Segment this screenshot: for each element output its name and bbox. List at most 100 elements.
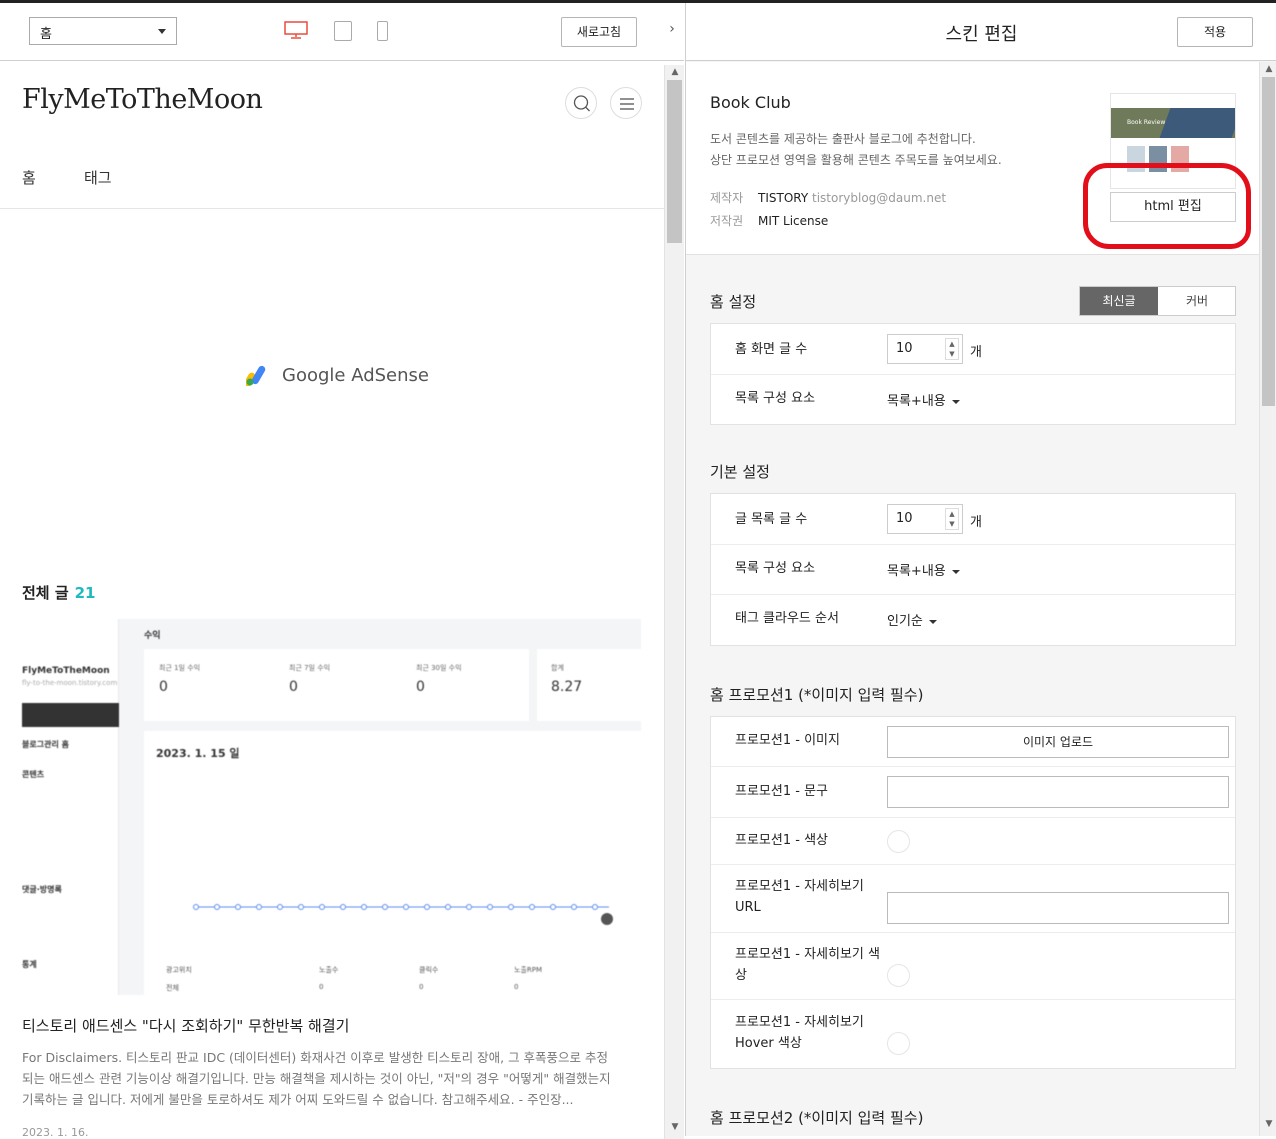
scroll-up-icon[interactable]: ▲ — [1263, 64, 1275, 74]
post-title[interactable]: 티스토리 애드센스 "다시 조회하기" 무한반복 해결기 — [22, 1015, 349, 1036]
all-posts-heading: 전체 글 21 — [22, 582, 96, 603]
license-value: MIT License — [758, 214, 829, 228]
stepper-icon[interactable]: ▲ ▼ — [945, 508, 959, 530]
promo1-hover-color-label-line-2: Hover 색상 — [735, 1036, 802, 1051]
post-date: 2023. 1. 16. — [22, 1126, 89, 1136]
caret-down-icon — [928, 619, 937, 624]
collapse-panel-icon[interactable]: › — [662, 21, 682, 41]
nav-tag[interactable]: 태그 — [84, 167, 112, 188]
apply-button[interactable]: 적용 — [1177, 17, 1253, 47]
basic-settings-card: 글 목록 글 수 10 ▲ ▼ 개 목록 구성 요소 목록+내용 태그 클라우드 … — [710, 493, 1236, 646]
thumb-stat-label-1: 최근 7일 수익 — [289, 664, 331, 672]
preview-pane: 홈 새로고침 › FlyMeToTheMoon 홈 태그 Google AdSe… — [0, 3, 684, 1139]
basic-list-elements-select[interactable]: 목록+내용 — [887, 560, 960, 579]
adsense-label: Google AdSense — [282, 364, 429, 386]
promo1-text-input[interactable] — [887, 776, 1229, 808]
scroll-down-icon[interactable]: ▼ — [1263, 1119, 1275, 1129]
scroll-up-icon[interactable]: ▲ — [669, 67, 681, 77]
home-mode-toggle[interactable]: 최신글 커버 — [1079, 286, 1236, 316]
skin-editor-pane: 스킨 편집 적용 Book Club 도서 콘텐츠를 제공하는 출판사 블로그에… — [685, 3, 1276, 1136]
preview-scroll-thumb[interactable] — [667, 80, 682, 243]
stepper-icon[interactable]: ▲ ▼ — [945, 338, 959, 360]
promo1-hover-color-row: 프로모션1 - 자세히보기 Hover 색상 — [711, 1000, 1235, 1068]
home-post-count-label: 홈 화면 글 수 — [735, 342, 808, 357]
promo1-more-color-row: 프로모션1 - 자세히보기 색 상 — [711, 933, 1235, 1000]
skin-description: 도서 콘텐츠를 제공하는 출판사 블로그에 추천합니다. 상단 프로모션 영역을… — [710, 129, 1002, 171]
tag-cloud-order-select[interactable]: 인기순 — [887, 610, 937, 629]
promo1-image-row: 프로모션1 - 이미지 이미지 업로드 — [711, 717, 1235, 767]
tablet-view-icon[interactable] — [334, 21, 352, 41]
list-post-count-row: 글 목록 글 수 10 ▲ ▼ 개 — [711, 494, 1235, 545]
nav-home[interactable]: 홈 — [22, 167, 36, 188]
thumb-stat-value-2: 0 — [416, 679, 425, 695]
skin-desc-line-1: 도서 콘텐츠를 제공하는 출판사 블로그에 추천합니다. — [710, 132, 976, 146]
list-post-count-unit: 개 — [970, 515, 982, 530]
hamburger-menu-icon — [620, 98, 634, 110]
promo1-image-label: 프로모션1 - 이미지 — [735, 733, 840, 748]
promo1-more-color-picker[interactable] — [887, 964, 910, 987]
nav-divider — [0, 208, 664, 209]
thumb-table-c1: 0 — [319, 983, 324, 991]
editor-scrollbar[interactable]: ▲ ▼ — [1259, 62, 1276, 1136]
thumb-table-h0: 광고위치 — [166, 966, 192, 974]
post-thumbnail[interactable]: FlyMeToTheMoon fly-to-the-moon.tistory.c… — [22, 619, 641, 995]
list-post-count-input[interactable]: 10 ▲ ▼ — [887, 504, 963, 534]
thumb-sidebar: FlyMeToTheMoon fly-to-the-moon.tistory.c… — [22, 619, 119, 995]
thumb-hero: Book Review — [1111, 108, 1235, 138]
thumb-menu-2: 댓글·방명록 — [22, 885, 62, 894]
home-list-elements-select[interactable]: 목록+내용 — [887, 390, 960, 409]
home-post-count-input[interactable]: 10 ▲ ▼ — [887, 334, 963, 364]
promo1-color-picker[interactable] — [887, 830, 910, 853]
thumb-total-card: 합계 8.27 — [537, 649, 641, 721]
desktop-view-icon[interactable] — [284, 21, 308, 39]
post-excerpt: For Disclaimers. 티스토리 판교 IDC (데이터센터) 화재사… — [22, 1050, 611, 1107]
scroll-down-icon[interactable]: ▼ — [669, 1122, 681, 1132]
blog-title[interactable]: FlyMeToTheMoon — [22, 84, 263, 115]
search-button[interactable] — [565, 87, 597, 119]
promo1-hover-color-label-line-1: 프로모션1 - 자세히보기 — [735, 1015, 864, 1030]
promo1-more-color-label-line-2: 상 — [735, 968, 747, 983]
thumb-table-h1: 노출수 — [319, 966, 339, 974]
thumb-chart-card: 2023. 1. 15 일 광고위치 노출수 클릭수 노출RPM 전체 0 0 … — [144, 731, 641, 995]
thumb-blog-name: FlyMeToTheMoon — [22, 666, 110, 676]
toggle-cover[interactable]: 커버 — [1158, 287, 1236, 315]
promo1-text-row: 프로모션1 - 문구 — [711, 767, 1235, 818]
thumb-dark-bar — [22, 703, 119, 727]
promo1-title: 홈 프로모션1 (*이미지 입력 필수) — [710, 686, 924, 704]
thumb-menu-1: 콘텐츠 — [22, 770, 45, 779]
basic-list-elements-label: 목록 구성 요소 — [735, 561, 816, 576]
page-select[interactable]: 홈 — [29, 17, 177, 45]
home-settings-title: 홈 설정 — [710, 293, 757, 311]
promo1-url-input[interactable] — [887, 892, 1229, 924]
toggle-latest[interactable]: 최신글 — [1080, 287, 1158, 315]
promo1-url-label: 프로모션1 - 자세히보기 URL — [735, 876, 864, 918]
menu-button[interactable] — [610, 87, 642, 119]
thumb-title: 수익 — [144, 631, 161, 641]
preview-scrollbar[interactable]: ▲ ▼ — [664, 65, 684, 1139]
promo1-hover-color-picker[interactable] — [887, 1032, 910, 1055]
chevron-down-icon — [158, 29, 166, 34]
mobile-view-icon[interactable] — [377, 21, 388, 41]
tag-cloud-order-value: 인기순 — [887, 614, 923, 629]
home-settings-card: 홈 화면 글 수 10 ▲ ▼ 개 목록 구성 요소 목록+내용 — [710, 323, 1236, 425]
list-post-count-label: 글 목록 글 수 — [735, 512, 808, 527]
thumb-table-h3: 노출RPM — [514, 966, 543, 974]
promo1-color-row: 프로모션1 - 색상 — [711, 818, 1235, 865]
home-post-count-unit: 개 — [970, 345, 982, 360]
refresh-button[interactable]: 새로고침 — [561, 17, 637, 47]
promo1-image-upload-button[interactable]: 이미지 업로드 — [887, 726, 1229, 758]
preview-toolbar: 홈 새로고침 › — [0, 3, 684, 61]
caret-down-icon — [951, 399, 960, 404]
thumb-menu-0: 블로그관리 홈 — [22, 740, 69, 749]
home-post-count-value: 10 — [896, 341, 913, 356]
list-post-count-value: 10 — [896, 511, 913, 526]
thumb-stat-value-0: 0 — [159, 679, 168, 695]
home-list-elements-value: 목록+내용 — [887, 394, 946, 409]
page-select-value: 홈 — [40, 27, 52, 42]
skin-name: Book Club — [710, 93, 791, 112]
skin-desc-line-2: 상단 프로모션 영역을 활용해 콘텐츠 주목도를 높여보세요. — [710, 153, 1002, 167]
thumb-line-chart — [193, 904, 613, 925]
license-key: 저작권 — [710, 214, 744, 228]
thumb-table-c3: 0 — [514, 983, 519, 991]
editor-scroll-thumb[interactable] — [1262, 77, 1275, 406]
